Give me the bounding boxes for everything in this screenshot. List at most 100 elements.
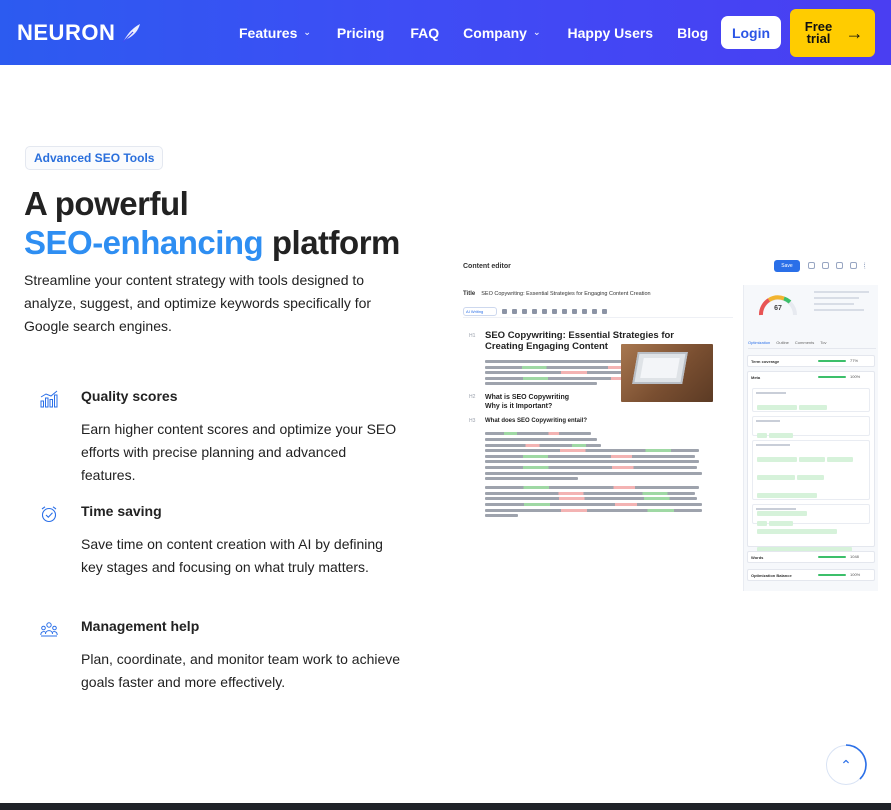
alarm-clock-icon bbox=[41, 506, 57, 523]
menu-item-pricing[interactable]: Pricing bbox=[337, 25, 384, 41]
row-label: Meta bbox=[751, 375, 761, 380]
meta-card: Meta 100% bbox=[747, 371, 875, 552]
menu-item-label: FAQ bbox=[410, 24, 440, 41]
progress-bar bbox=[818, 574, 846, 576]
hero-title-highlight: SEO-enhancing bbox=[24, 224, 264, 261]
row-value: 100% bbox=[850, 374, 861, 379]
progress-bar bbox=[818, 556, 846, 558]
logo-wordmark: NEURON bbox=[17, 20, 116, 45]
undo-icon bbox=[502, 309, 507, 314]
search-icon bbox=[522, 309, 527, 314]
folder-icon bbox=[808, 262, 815, 269]
text-line bbox=[485, 432, 592, 436]
copy-icon bbox=[822, 262, 829, 269]
row-value: 1048 bbox=[850, 554, 859, 559]
neuron-logo[interactable]: NEURON bbox=[17, 20, 143, 46]
sidebar-tab-comments: Comments bbox=[794, 340, 815, 345]
h1-tag: H1 bbox=[469, 333, 476, 339]
term-coverage-row: Term coverage 77% bbox=[747, 355, 875, 367]
redo-icon bbox=[512, 309, 517, 314]
hero-title: A powerful SEO-enhancing platform bbox=[24, 184, 400, 262]
menu-item-blog[interactable]: Blog bbox=[677, 25, 708, 41]
numbered-list-icon bbox=[602, 309, 607, 314]
team-icon bbox=[40, 622, 58, 637]
doc-paragraph bbox=[485, 449, 718, 481]
text-line bbox=[485, 477, 579, 481]
sidebar-tab-tov: Tov bbox=[820, 340, 827, 345]
optimization-balance-row: Optimization Balance 100% bbox=[747, 569, 875, 581]
ai-writing-pill: AI Writing bbox=[463, 307, 497, 316]
text-line bbox=[485, 502, 702, 506]
chevron-down-icon: ⌄ bbox=[532, 27, 541, 37]
hero-title-rest: platform bbox=[271, 224, 401, 261]
menu-item-faq[interactable]: FAQ bbox=[410, 25, 439, 41]
doc-h1-line1: SEO Copywriting: Essential Strategies fo… bbox=[485, 330, 674, 341]
italic-icon bbox=[552, 309, 557, 314]
score-value: 67 bbox=[774, 305, 782, 312]
row-value: 77% bbox=[850, 358, 859, 363]
words-row: Words 1048 bbox=[747, 551, 875, 563]
editor-toolbar-icons bbox=[808, 262, 871, 269]
image-icon bbox=[582, 309, 587, 314]
text-line bbox=[485, 443, 601, 447]
top-navbar: NEURON Features ⌄ Pricing FAQ Company ⌄ bbox=[0, 0, 891, 65]
text-line bbox=[485, 471, 702, 475]
underline-icon bbox=[562, 309, 567, 314]
section-badge: Advanced SEO Tools bbox=[25, 146, 164, 170]
scroll-progress-ring bbox=[845, 744, 867, 780]
footer-strip bbox=[0, 803, 891, 810]
bold-icon bbox=[542, 309, 547, 314]
content-editor-preview: Content editor Save Title SEO Copywritin… bbox=[458, 258, 882, 592]
hero-lead: Streamline your content strategy with to… bbox=[24, 272, 372, 334]
progress-bar bbox=[818, 376, 846, 378]
editor-title-label: Title bbox=[463, 291, 476, 297]
menu-item-label: Features bbox=[239, 24, 298, 41]
hero-title-line1: A powerful bbox=[24, 185, 189, 222]
doc-h2-line1: What is SEO Copywriting bbox=[485, 394, 570, 402]
doc-paragraph bbox=[485, 432, 603, 447]
menu-item-company[interactable]: Company ⌄ bbox=[463, 25, 540, 41]
feature-description: Earn higher content scores and optimize … bbox=[81, 421, 397, 483]
export-icon bbox=[836, 262, 843, 269]
doc-h3-text: What does SEO Copywriting entail? bbox=[485, 418, 588, 425]
feature-description: Plan, coordinate, and monitor team work … bbox=[81, 651, 401, 690]
text-line bbox=[485, 508, 702, 512]
editor-format-toolbar: AI Writing bbox=[463, 306, 733, 318]
text-line bbox=[485, 514, 518, 518]
sidebar-tab-outline: Outline bbox=[776, 340, 789, 345]
bar-chart-icon bbox=[40, 390, 58, 408]
free-trial-label-line2: trial bbox=[806, 31, 831, 46]
text-line bbox=[485, 454, 695, 458]
free-trial-button[interactable]: Free trial → bbox=[790, 9, 875, 57]
menu-item-label: Pricing bbox=[336, 24, 385, 41]
feather-icon bbox=[122, 24, 141, 43]
h2-tag: H2 bbox=[469, 394, 476, 401]
doc-h2: H2 What is SEO Copywriting Why is it Imp… bbox=[469, 393, 600, 411]
optimization-sidebar: 67 Optimization Outline Comments Tov Ter… bbox=[743, 285, 878, 591]
feature-title: Management help bbox=[81, 618, 200, 634]
sidebar-tab-optimization: Optimization bbox=[748, 340, 771, 345]
link-icon bbox=[572, 309, 577, 314]
text-line bbox=[485, 491, 695, 495]
text-line bbox=[485, 497, 698, 501]
menu-item-label: Happy Users bbox=[567, 24, 654, 41]
paint-icon bbox=[532, 309, 537, 314]
menu-item-happy-users[interactable]: Happy Users bbox=[568, 25, 654, 41]
row-label: Optimization Balance bbox=[751, 573, 792, 578]
progress-bar bbox=[818, 360, 846, 362]
feature-title: Quality scores bbox=[81, 388, 178, 404]
menu-item-label: Company bbox=[463, 24, 527, 41]
arrow-right-icon: → bbox=[845, 22, 864, 43]
editor-title-value: SEO Copywriting: Essential Strategies fo… bbox=[481, 291, 651, 297]
login-button[interactable]: Login bbox=[721, 16, 781, 49]
chevron-down-icon: ⌄ bbox=[303, 27, 311, 37]
menu-item-label: Blog bbox=[677, 24, 709, 41]
editor-save-button: Save bbox=[774, 260, 800, 272]
free-trial-label: Free trial bbox=[802, 20, 836, 46]
feature-title: Time saving bbox=[81, 503, 162, 519]
row-value: 100% bbox=[850, 572, 861, 577]
list-icon bbox=[592, 309, 597, 314]
text-line bbox=[485, 449, 700, 453]
menu-item-features[interactable]: Features ⌄ bbox=[239, 25, 311, 41]
score-gauge-icon bbox=[759, 295, 797, 316]
